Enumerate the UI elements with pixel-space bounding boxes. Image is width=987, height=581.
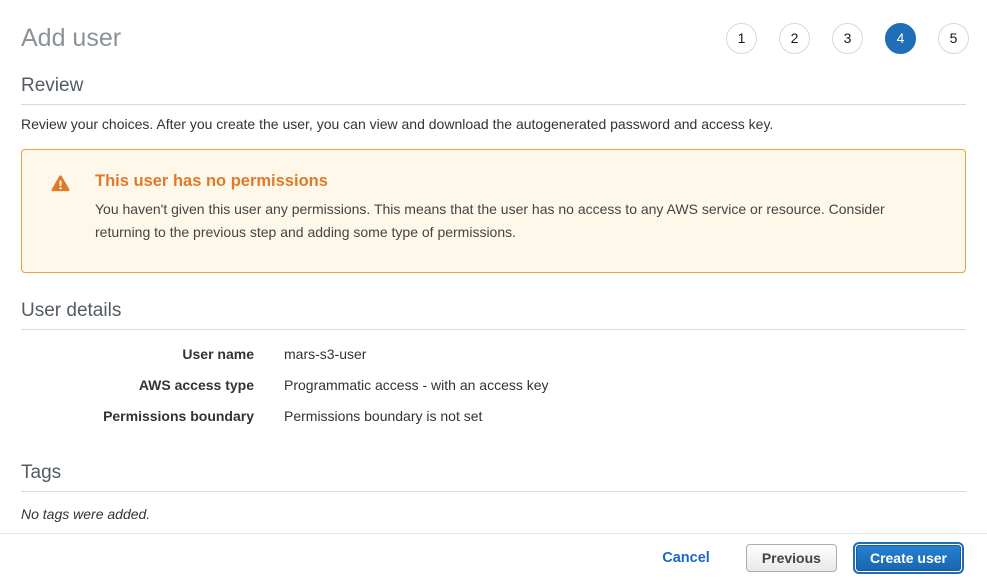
warning-triangle-icon <box>51 172 95 272</box>
no-permissions-warning-banner: This user has no permissions You haven't… <box>21 149 966 273</box>
main-content: Review Review your choices. After you cr… <box>0 75 987 522</box>
step-1-indicator: 1 <box>726 23 757 54</box>
wizard-footer: Cancel Previous Create user <box>0 533 987 581</box>
access-type-value: Programmatic access - with an access key <box>284 377 549 394</box>
step-indicator: 1 2 3 4 5 <box>726 23 969 54</box>
tags-section: Tags No tags were added. <box>21 462 966 522</box>
permissions-boundary-label: Permissions boundary <box>21 408 254 425</box>
tags-divider <box>21 491 966 492</box>
permissions-boundary-value: Permissions boundary is not set <box>284 408 482 425</box>
wizard-header: Add user 1 2 3 4 5 <box>0 0 987 62</box>
user-details-divider <box>21 329 966 330</box>
table-row: AWS access type Programmatic access - wi… <box>21 377 966 394</box>
page-title: Add user <box>21 24 121 53</box>
step-2-indicator: 2 <box>779 23 810 54</box>
step-3-indicator: 3 <box>832 23 863 54</box>
table-row: Permissions boundary Permissions boundar… <box>21 408 966 425</box>
user-details-section: User details User name mars-s3-user AWS … <box>21 300 966 425</box>
access-type-label: AWS access type <box>21 377 254 394</box>
user-name-value: mars-s3-user <box>284 346 366 363</box>
tags-heading: Tags <box>21 462 966 484</box>
warning-title: This user has no permissions <box>95 172 929 191</box>
step-5-indicator: 5 <box>938 23 969 54</box>
review-description: Review your choices. After you create th… <box>21 116 966 132</box>
create-user-button-focus-ring: Create user <box>853 542 964 574</box>
user-details-heading: User details <box>21 300 966 322</box>
user-name-label: User name <box>21 346 254 363</box>
tags-empty-message: No tags were added. <box>21 506 966 522</box>
review-divider <box>21 104 966 105</box>
table-row: User name mars-s3-user <box>21 346 966 363</box>
review-heading: Review <box>21 75 966 97</box>
create-user-button[interactable]: Create user <box>856 545 961 571</box>
warning-message: You haven't given this user any permissi… <box>95 198 929 244</box>
cancel-link[interactable]: Cancel <box>662 550 710 566</box>
previous-button[interactable]: Previous <box>746 544 837 572</box>
step-4-indicator-active: 4 <box>885 23 916 54</box>
review-section: Review Review your choices. After you cr… <box>21 75 966 132</box>
